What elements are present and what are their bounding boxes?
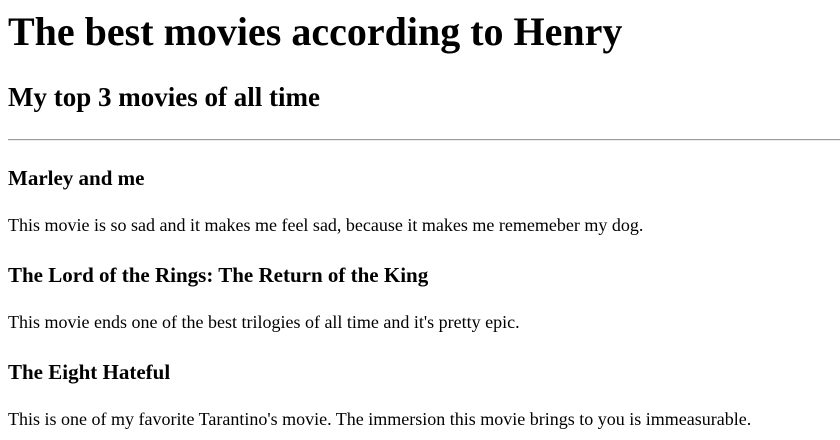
movie-title-1: Marley and me: [8, 166, 145, 190]
page-subtitle: My top 3 movies of all time: [8, 82, 320, 112]
movie-description-1: This movie is so sad and it makes me fee…: [8, 215, 644, 235]
movie-description-2: This movie ends one of the best trilogie…: [8, 312, 520, 332]
movie-description-3: This is one of my favorite Tarantino's m…: [8, 409, 752, 429]
movie-title-3: The Eight Hateful: [8, 360, 171, 384]
page: The best movies according to Henry My to…: [0, 0, 840, 440]
page-title: The best movies according to Henry: [8, 9, 623, 54]
movie-title-2: The Lord of the Rings: The Return of the…: [8, 263, 429, 287]
divider: [8, 139, 840, 141]
